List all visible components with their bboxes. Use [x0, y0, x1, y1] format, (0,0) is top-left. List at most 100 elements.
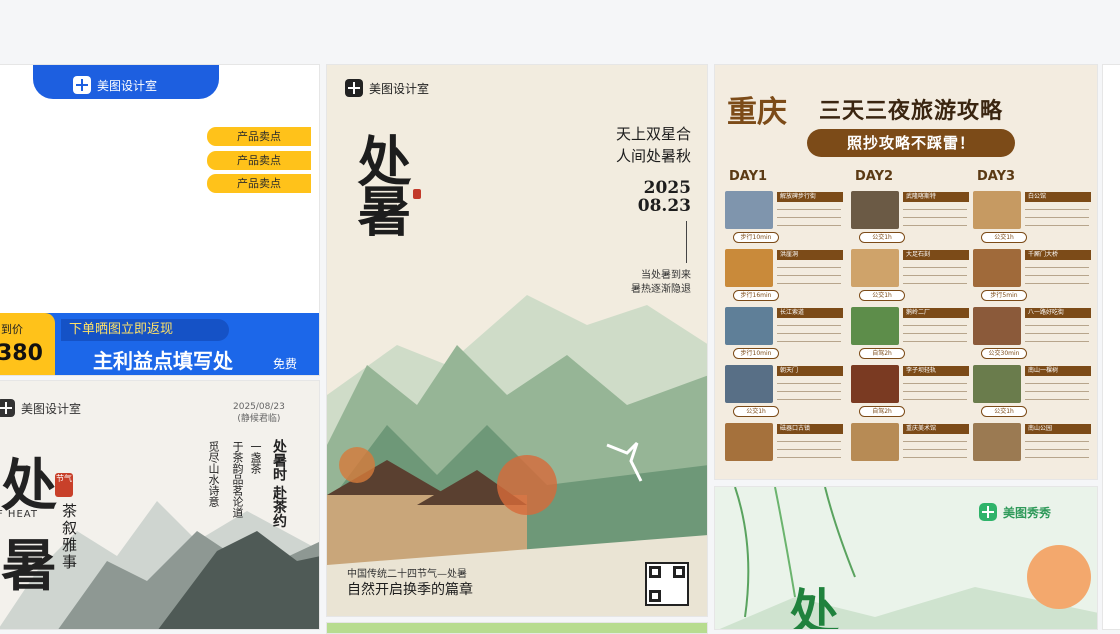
- template-card-travel-guide[interactable]: 重庆 三天三夜旅游攻略 照抄攻略不踩雷！ DAY1 解放碑步行街 步行10min 洪崖…: [714, 64, 1098, 480]
- note-text: 当处暑到来 暑热逐渐隐退: [631, 269, 691, 297]
- attraction-description: [1025, 321, 1089, 347]
- date: 08.23: [637, 196, 691, 216]
- meitu-logo-icon: [73, 76, 91, 94]
- meitu-xiuxiu-logo-icon: [979, 503, 997, 521]
- attraction-description: [903, 205, 967, 231]
- itinerary-item: 磁器口古镇: [725, 421, 845, 477]
- transit-badge: 公交1h: [733, 406, 779, 417]
- day-column: 解放碑步行街 步行10min 洪崖洞 步行16min 长江索道 步行10min 朝天门 公交1…: [725, 189, 845, 479]
- itinerary-item: 千厮门大桥步行5min: [973, 247, 1093, 303]
- footer-subtitle: 中国传统二十四节气—处暑: [347, 569, 467, 580]
- attraction-name: 白公馆: [1025, 192, 1091, 202]
- seal-stamp: 节气: [55, 473, 73, 497]
- attraction-description: [903, 437, 967, 463]
- divider: [686, 221, 687, 263]
- note-line: 当处暑到来: [641, 270, 691, 281]
- brand-name: 美图秀秀: [1003, 505, 1052, 520]
- attraction-description: [903, 263, 967, 289]
- attraction-photo: [725, 249, 773, 287]
- template-card-green-poster[interactable]: 美图秀秀 处: [714, 486, 1098, 630]
- big-char: 处: [789, 584, 839, 630]
- note-line: 暑热逐渐隐退: [631, 284, 691, 295]
- selling-point-pill: 产品卖点: [207, 174, 311, 193]
- transit-badge: 自驾2h: [859, 406, 905, 417]
- itinerary-item: 南山公园: [973, 421, 1093, 477]
- day-label: DAY2: [855, 169, 894, 184]
- poem-line: 天上双星合: [615, 125, 691, 143]
- attraction-name: 洪崖洞: [777, 250, 843, 260]
- attraction-photo: [725, 307, 773, 345]
- vertical-main: 处暑时 赴茶约: [271, 439, 287, 528]
- day-column: 白公馆 公交1h 千厮门大桥 步行5min 八一路好吃街 公交30min 南山一棵树 公交1h…: [973, 189, 1093, 479]
- transit-badge: 公交1h: [859, 232, 905, 243]
- attraction-photo: [725, 423, 773, 461]
- city-title: 重庆: [727, 95, 787, 130]
- attraction-name: 朝天门: [777, 366, 843, 376]
- itinerary-item: 朝天门公交1h: [725, 363, 845, 419]
- attraction-description: [1025, 205, 1089, 231]
- attraction-name: 南山一棵树: [1025, 366, 1091, 376]
- attraction-description: [1025, 437, 1089, 463]
- guide-subtitle: 三天三夜旅游攻略: [819, 99, 1004, 124]
- attraction-description: [1025, 379, 1089, 405]
- attraction-name: 磁器口古镇: [777, 424, 843, 434]
- brand-header: 美图设计室: [33, 65, 219, 99]
- attraction-photo: [851, 423, 899, 461]
- brand-name: 美图设计室: [97, 78, 158, 93]
- meitu-logo-icon: [0, 399, 15, 417]
- attraction-photo: [973, 423, 1021, 461]
- price-label: 到价: [1, 323, 23, 336]
- attraction-description: [777, 321, 841, 347]
- itinerary-item: 长江索道 步行10min: [725, 305, 845, 361]
- template-card-partial[interactable]: [1102, 64, 1120, 630]
- template-card-tea[interactable]: 美图设计室 2025/08/23 (静候君临) 处 暑 节气 F HEAT 茶叙…: [0, 380, 320, 630]
- itinerary-item: 南山一棵树公交1h: [973, 363, 1093, 419]
- date-sub: (静候君临): [237, 414, 281, 424]
- date-value: 2025/08/23: [233, 402, 285, 412]
- transit-badge: 步行10min: [733, 232, 779, 243]
- attraction-photo: [973, 307, 1021, 345]
- attraction-name: 千厮门大桥: [1025, 250, 1091, 260]
- attraction-name: 解放碑步行街: [777, 192, 843, 202]
- attraction-photo: [973, 365, 1021, 403]
- brand-header: 美图秀秀: [979, 503, 1051, 521]
- date-block: 2025 08.23: [638, 179, 691, 215]
- free-label: 免费: [273, 357, 298, 371]
- transit-badge: 公交1h: [981, 406, 1027, 417]
- brand-header: 美图设计室: [0, 399, 81, 417]
- vertical-line-b: 于茶韵品茗论道: [231, 441, 244, 518]
- itinerary-item: 白公馆 公交1h: [973, 189, 1093, 245]
- itinerary-item: 解放碑步行街步行10min: [725, 189, 845, 245]
- date-text: 2025/08/23 (静候君临): [233, 401, 285, 425]
- headline: 主利益点填写处: [93, 349, 233, 373]
- transit-badge: 自驾2h: [859, 348, 905, 359]
- footer-title: 自然开启换季的篇章: [347, 582, 473, 598]
- attraction-name: 八一路好吃街: [1025, 308, 1091, 318]
- attraction-description: [1025, 263, 1089, 289]
- attraction-photo: [851, 365, 899, 403]
- day-label: DAY1: [729, 169, 768, 184]
- attraction-description: [777, 437, 841, 463]
- selling-point-pill: 产品卖点: [207, 151, 311, 170]
- template-card-chushu-poster[interactable]: 美图设计室 处暑 天上双星合 人间处暑秋 2025 08.23 当处暑到来 暑热…: [326, 64, 708, 617]
- attraction-photo: [851, 249, 899, 287]
- transit-badge: 公交1h: [859, 290, 905, 301]
- vertical-line-a: 一盏茶: [249, 441, 262, 474]
- transit-badge: 步行5min: [981, 290, 1027, 301]
- itinerary-item: 李子坝轻轨 自驾2h: [851, 363, 971, 419]
- guide-ribbon: 照抄攻略不踩雷！: [807, 129, 1015, 157]
- attraction-name: 大足石刻: [903, 250, 969, 260]
- cashback-tag: 下单晒图立即返现: [61, 319, 229, 341]
- attraction-description: [777, 205, 841, 231]
- itinerary-item: 重庆美术馆: [851, 421, 971, 477]
- sun-shape: [1027, 545, 1091, 609]
- template-card-partial[interactable]: [326, 622, 708, 634]
- selling-point-pill: 产品卖点: [207, 127, 311, 146]
- day-column: 武隆喀斯特 公交1h 大足石刻 公交1h 鹅岭二厂 自驾2h 李子坝轻轨 自驾2h 重庆美术馆: [851, 189, 971, 479]
- attraction-description: [903, 321, 967, 347]
- attraction-name: 南山公园: [1025, 424, 1091, 434]
- big-char-2: 暑: [1, 533, 57, 599]
- poster-title: 处暑: [348, 133, 412, 233]
- template-card-ecommerce[interactable]: 美图设计室 产品卖点 产品卖点 产品卖点 到价 380 下单晒图立即返现 主利益…: [0, 64, 320, 376]
- itinerary-item: 洪崖洞 步行16min: [725, 247, 845, 303]
